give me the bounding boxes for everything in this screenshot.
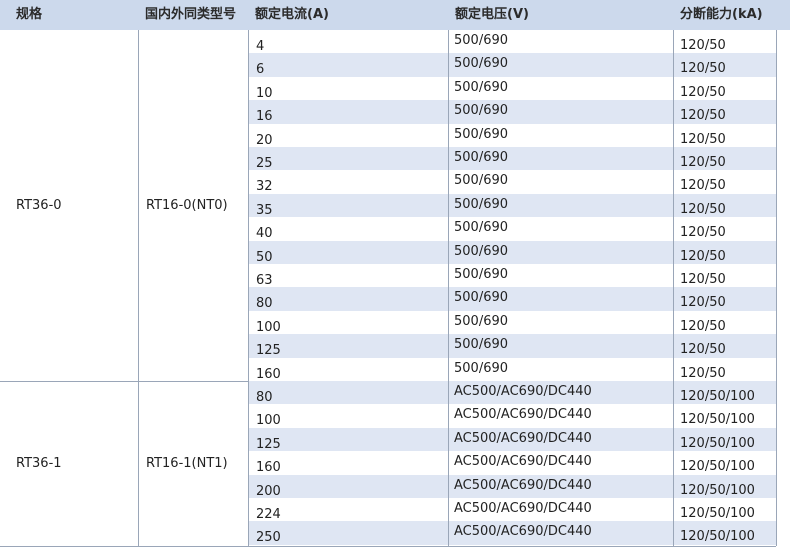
column-divider <box>138 30 139 546</box>
cell-voltage: AC500/AC690/DC440 <box>454 407 592 423</box>
group-spec: RT36-1 <box>16 455 62 471</box>
cell-breaking: 120/50/100 <box>680 529 755 545</box>
cell-voltage: AC500/AC690/DC440 <box>454 430 592 446</box>
cell-voltage: 500/690 <box>454 126 509 142</box>
column-divider <box>248 30 249 546</box>
cell-current: 4 <box>256 39 265 54</box>
cell-breaking: 120/50 <box>680 178 726 194</box>
cell-voltage: 500/690 <box>454 196 509 212</box>
cell-current: 63 <box>256 273 273 288</box>
cell-breaking: 120/50/100 <box>680 506 755 521</box>
cell-current: 35 <box>256 202 273 218</box>
cell-current: 250 <box>256 530 281 546</box>
cell-voltage: AC500/AC690/DC440 <box>454 384 592 399</box>
cell-breaking: 120/50 <box>680 201 726 217</box>
cell-voltage: 500/690 <box>454 173 509 189</box>
column-divider <box>673 30 674 546</box>
cell-voltage: 500/690 <box>454 337 509 353</box>
header-model: 国内外同类型号 <box>145 7 237 22</box>
cell-voltage: AC500/AC690/DC440 <box>454 501 592 516</box>
group-spec: RT36-0 <box>16 197 62 213</box>
header-current: 额定电流(A) <box>255 7 329 22</box>
cell-breaking: 120/50 <box>680 38 726 53</box>
cell-breaking: 120/50 <box>680 61 726 77</box>
cell-breaking: 120/50/100 <box>680 482 755 498</box>
cell-current: 125 <box>256 436 281 452</box>
header-voltage: 额定电压(V) <box>455 7 529 22</box>
cell-voltage: 500/690 <box>454 360 509 376</box>
cell-breaking: 120/50/100 <box>680 459 755 475</box>
header-breaking: 分断能力(kA) <box>680 7 763 22</box>
cell-breaking: 120/50 <box>680 248 726 264</box>
cell-current: 160 <box>256 460 281 476</box>
cell-current: 200 <box>256 483 281 499</box>
cell-current: 100 <box>256 413 281 429</box>
group-model: RT16-1(NT1) <box>146 455 228 471</box>
cell-current: 10 <box>256 85 273 101</box>
cell-current: 100 <box>256 319 281 335</box>
cell-current: 80 <box>256 390 273 405</box>
cell-breaking: 120/50 <box>680 108 726 124</box>
cell-current: 32 <box>256 179 273 195</box>
cell-breaking: 120/50 <box>680 342 726 358</box>
cell-current: 16 <box>256 109 273 125</box>
cell-voltage: 500/690 <box>454 243 509 259</box>
cell-voltage: 500/690 <box>454 220 509 236</box>
header-spec: 规格 <box>16 7 43 22</box>
cell-voltage: 500/690 <box>454 267 509 282</box>
cell-breaking: 120/50 <box>680 131 726 147</box>
spec-table: 规格 国内外同类型号 额定电流(A) 额定电压(V) 分断能力(kA) 4 500… <box>0 0 790 547</box>
cell-current: 224 <box>256 507 281 522</box>
cell-current: 6 <box>256 62 265 78</box>
cell-voltage: 500/690 <box>454 103 509 119</box>
cell-voltage: 500/690 <box>454 79 509 95</box>
cell-voltage: 500/690 <box>454 150 509 165</box>
cell-breaking: 120/50 <box>680 155 726 170</box>
cell-breaking: 120/50 <box>680 272 726 287</box>
table-header: 规格 国内外同类型号 额定电流(A) 额定电压(V) 分断能力(kA) <box>0 0 790 30</box>
cell-voltage: AC500/AC690/DC440 <box>454 477 592 493</box>
cell-current: 125 <box>256 343 281 359</box>
cell-voltage: AC500/AC690/DC440 <box>454 524 592 540</box>
cell-breaking: 120/50/100 <box>680 412 755 428</box>
cell-voltage: 500/690 <box>454 33 509 48</box>
cell-voltage: 500/690 <box>454 313 509 329</box>
cell-voltage: AC500/AC690/DC440 <box>454 454 592 470</box>
cell-current: 80 <box>256 296 273 312</box>
cell-current: 40 <box>256 226 273 242</box>
cell-current: 25 <box>256 156 273 171</box>
cell-current: 160 <box>256 366 281 382</box>
cell-breaking: 120/50/100 <box>680 435 755 451</box>
cell-current: 50 <box>256 249 273 265</box>
cell-breaking: 120/50 <box>680 225 726 241</box>
column-divider <box>776 30 777 546</box>
cell-breaking: 120/50 <box>680 84 726 100</box>
cell-breaking: 120/50 <box>680 318 726 334</box>
column-divider <box>448 30 449 546</box>
group-model: RT16-0(NT0) <box>146 197 228 213</box>
cell-voltage: 500/690 <box>454 56 509 72</box>
cell-breaking: 120/50 <box>680 365 726 381</box>
cell-breaking: 120/50/100 <box>680 389 755 404</box>
cell-breaking: 120/50 <box>680 295 726 311</box>
cell-voltage: 500/690 <box>454 290 509 306</box>
cell-current: 20 <box>256 132 273 148</box>
